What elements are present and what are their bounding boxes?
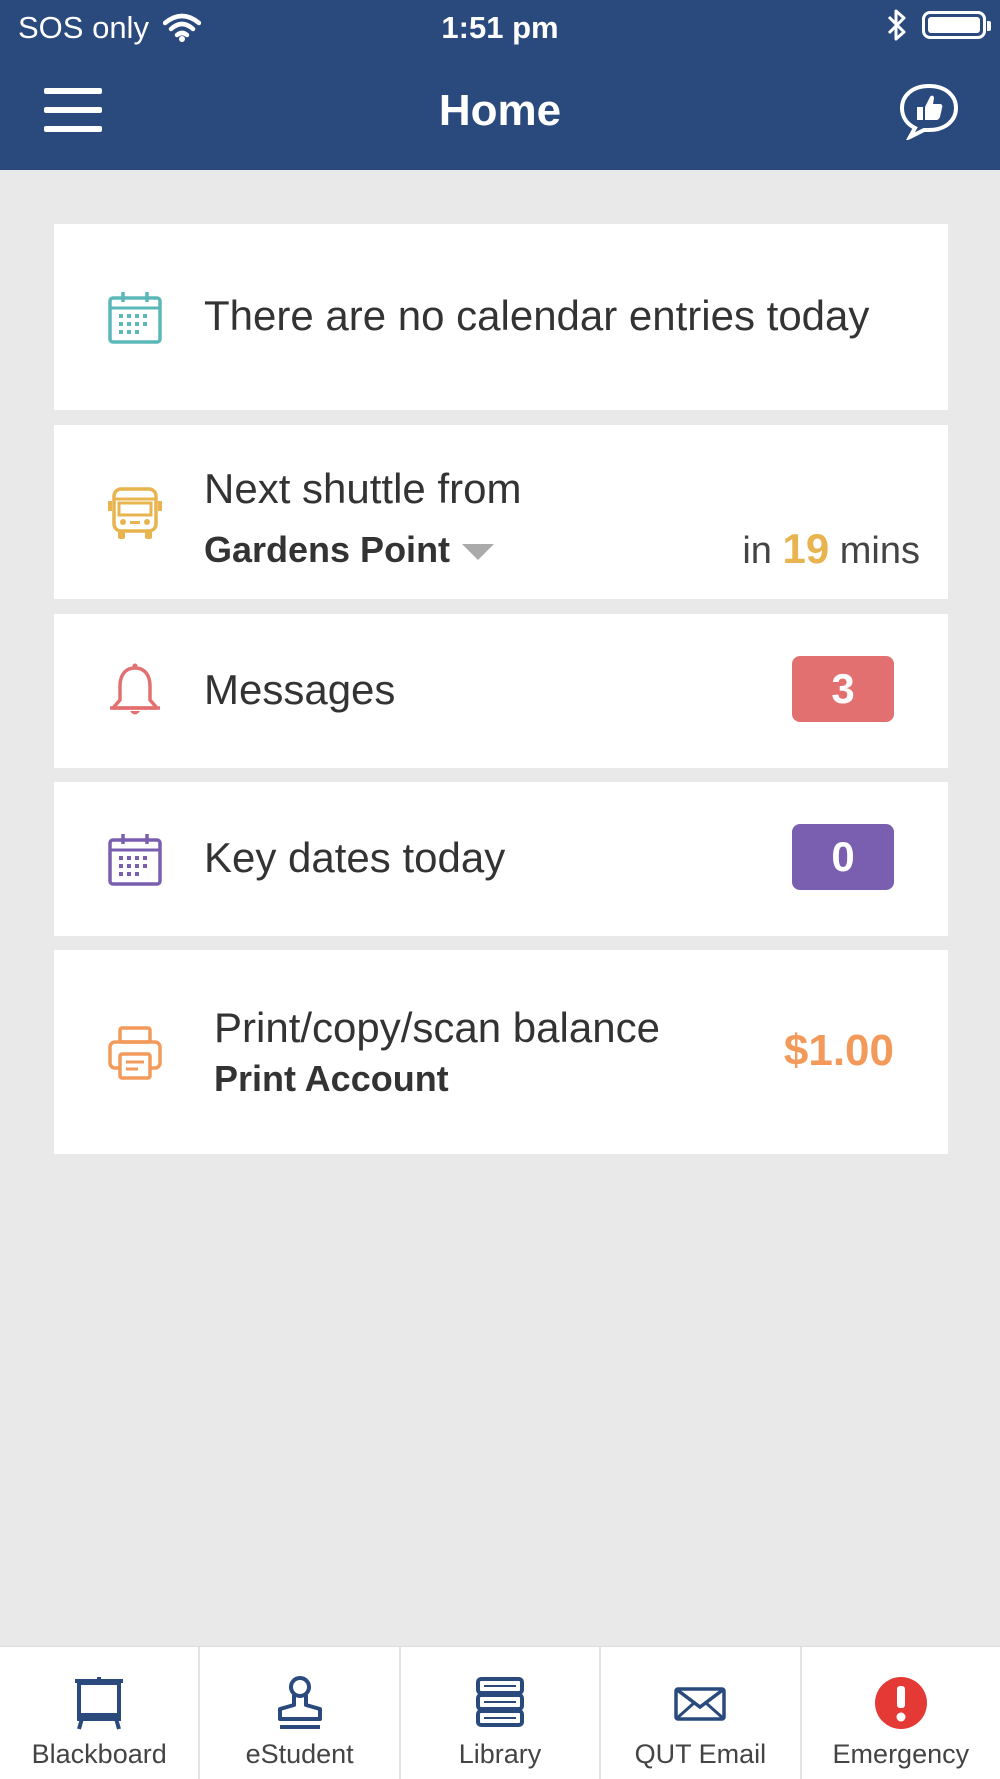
tab-library[interactable]: Library <box>401 1647 602 1779</box>
shuttle-card[interactable]: Next shuttle from Gardens Point in 19 mi… <box>54 425 948 599</box>
student-stamp-icon <box>277 1676 322 1729</box>
envelope-icon <box>674 1687 727 1721</box>
tab-emergency[interactable]: Emergency <box>802 1647 1000 1779</box>
calendar-icon <box>108 292 162 344</box>
print-balance-card[interactable]: Print/copy/scan balance Print Account $1… <box>54 950 948 1154</box>
battery-icon <box>922 11 991 39</box>
tab-label: QUT Email <box>634 1739 767 1769</box>
calendar-card[interactable]: There are no calendar entries today <box>54 224 948 410</box>
chevron-down-icon <box>462 544 495 561</box>
eta-minutes: 19 <box>782 525 830 572</box>
tab-label: Library <box>458 1739 542 1769</box>
page-title: Home <box>438 86 562 135</box>
printer-icon <box>108 1026 162 1080</box>
calendar-icon <box>108 834 162 886</box>
status-bar: SOS only 1:51 pm <box>0 0 1000 56</box>
shuttle-location: Gardens Point <box>204 529 451 570</box>
status-right <box>886 8 991 42</box>
eta-prefix: in <box>742 530 772 572</box>
bus-icon <box>108 487 162 539</box>
print-balance-label: Print/copy/scan balance <box>214 1004 660 1051</box>
blackboard-icon <box>75 1677 124 1730</box>
feedback-thumbs-up-icon[interactable] <box>898 82 960 140</box>
print-account-label: Print Account <box>214 1058 449 1099</box>
bell-icon <box>110 663 160 715</box>
messages-label: Messages <box>204 666 396 713</box>
tab-qut-email[interactable]: QUT Email <box>601 1647 802 1779</box>
print-balance-amount: $1.00 <box>783 1026 894 1075</box>
tab-label: Emergency <box>832 1739 970 1769</box>
bottom-tab-bar: Blackboard eStudent Library QUT Email Em… <box>0 1646 1000 1779</box>
alert-icon <box>874 1677 927 1729</box>
key-dates-count-badge: 0 <box>792 824 894 890</box>
shuttle-location-select[interactable]: Gardens Point <box>204 529 495 571</box>
messages-card[interactable]: Messages 3 <box>54 614 948 768</box>
bluetooth-icon <box>887 9 906 41</box>
key-dates-card[interactable]: Key dates today 0 <box>54 782 948 936</box>
shuttle-title: Next shuttle from <box>204 465 522 512</box>
key-dates-label: Key dates today <box>204 834 506 881</box>
eta-suffix: mins <box>839 530 920 572</box>
messages-count-badge: 3 <box>792 656 894 722</box>
tab-estudent[interactable]: eStudent <box>200 1647 401 1779</box>
tab-label: Blackboard <box>31 1739 167 1769</box>
tab-blackboard[interactable]: Blackboard <box>0 1647 201 1779</box>
app-header: SOS only 1:51 pm Home <box>0 0 1000 170</box>
calendar-empty-text: There are no calendar entries today <box>204 292 870 339</box>
clock: 1:51 pm <box>441 10 559 45</box>
books-icon <box>476 1677 525 1727</box>
tab-label: eStudent <box>245 1739 354 1769</box>
shuttle-eta: in 19 mins <box>742 525 920 573</box>
